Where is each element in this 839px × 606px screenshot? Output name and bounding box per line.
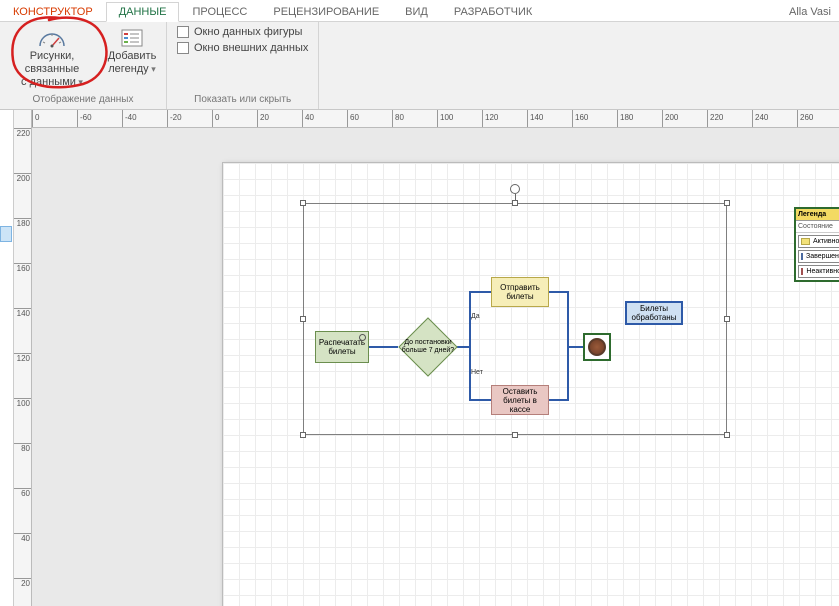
vertical-ruler: 220200180160140120100806040200 bbox=[14, 110, 32, 606]
connector[interactable] bbox=[549, 291, 569, 293]
legend-row-active: Активно bbox=[798, 235, 839, 248]
group-show-hide: Окно данных фигуры Окно внешних данных П… bbox=[167, 22, 319, 109]
connector[interactable] bbox=[469, 291, 491, 293]
legend-row-done: Завершено bbox=[798, 250, 839, 263]
connector[interactable] bbox=[549, 399, 569, 401]
connector-label-yes: Да bbox=[471, 313, 480, 320]
tab-review[interactable]: РЕЦЕНЗИРОВАНИЕ bbox=[260, 2, 392, 21]
active-stencil-indicator bbox=[0, 226, 12, 242]
resize-handle-s[interactable] bbox=[512, 432, 518, 438]
checkbox-icon bbox=[177, 26, 189, 38]
insert-legend-label-1: Добавить bbox=[108, 50, 157, 62]
workspace: 220200180160140120100806040200 0-60-40-2… bbox=[0, 110, 839, 606]
tab-view[interactable]: ВИД bbox=[392, 2, 441, 21]
data-graphics-button[interactable]: Рисунки, связанныес данными bbox=[4, 24, 100, 91]
legend-title: Легенда bbox=[796, 209, 839, 221]
tab-konstruktor[interactable]: КОНСТРУКТОР bbox=[0, 2, 106, 21]
shape-decision-text: До постановки больше 7 дней? bbox=[398, 317, 458, 377]
gear-icon bbox=[359, 334, 366, 341]
shape-decision[interactable]: До постановки больше 7 дней? bbox=[398, 317, 458, 377]
group-show-hide-label: Показать или скрыть bbox=[194, 92, 291, 107]
legend-row-inactive: Неактивно bbox=[798, 265, 839, 278]
shape-data-window-checkbox[interactable]: Окно данных фигуры bbox=[171, 24, 314, 40]
tab-process[interactable]: ПРОЦЕСС bbox=[179, 2, 260, 21]
shape-leave-tickets-text: Оставить билеты в кассе bbox=[492, 387, 548, 414]
horizontal-ruler: 0-60-40-20020406080100120140160180200220… bbox=[32, 110, 839, 128]
shape-data-window-label: Окно данных фигуры bbox=[194, 26, 302, 38]
resize-handle-n[interactable] bbox=[512, 200, 518, 206]
user-name[interactable]: Alla Vasi bbox=[781, 3, 839, 21]
connector[interactable] bbox=[567, 346, 569, 401]
group-display-data: Рисунки, связанныес данными Добавитьлеге… bbox=[0, 22, 167, 109]
insert-legend-button[interactable]: Добавитьлегенду bbox=[102, 24, 162, 91]
drawing-canvas[interactable]: Да Нет Распечатать билеты До постановки … bbox=[32, 128, 839, 606]
gauge-icon bbox=[36, 26, 68, 50]
connector-label-no: Нет bbox=[471, 369, 483, 376]
external-data-window-label: Окно внешних данных bbox=[194, 42, 308, 54]
resize-handle-w[interactable] bbox=[300, 316, 306, 322]
resize-handle-nw[interactable] bbox=[300, 200, 306, 206]
resize-handle-sw[interactable] bbox=[300, 432, 306, 438]
ribbon: Рисунки, связанныес данными Добавитьлеге… bbox=[0, 22, 839, 110]
data-graphics-label-2: с данными bbox=[21, 76, 76, 88]
rotation-handle[interactable] bbox=[510, 184, 520, 194]
tab-dannye[interactable]: ДАННЫЕ bbox=[106, 2, 180, 22]
shape-done-text: Билеты обработаны bbox=[627, 304, 681, 322]
resize-handle-e[interactable] bbox=[724, 316, 730, 322]
insert-legend-label-2: легенду bbox=[108, 63, 148, 75]
shape-leave-tickets[interactable]: Оставить билеты в кассе bbox=[491, 385, 549, 415]
shapes-panel-strip[interactable] bbox=[0, 110, 14, 606]
checkbox-icon bbox=[177, 42, 189, 54]
connector[interactable] bbox=[368, 346, 398, 348]
shape-end[interactable] bbox=[583, 333, 611, 361]
shape-start[interactable]: Распечатать билеты bbox=[315, 331, 369, 363]
connector[interactable] bbox=[469, 399, 491, 401]
canvas-wrap: 0-60-40-20020406080100120140160180200220… bbox=[32, 110, 839, 606]
resize-handle-ne[interactable] bbox=[724, 200, 730, 206]
data-graphics-label-1: Рисунки, связанные bbox=[25, 50, 80, 75]
ribbon-tabs: КОНСТРУКТОР ДАННЫЕ ПРОЦЕСС РЕЦЕНЗИРОВАНИ… bbox=[0, 0, 839, 22]
end-ring-icon bbox=[588, 338, 606, 356]
legend-box[interactable]: Легенда Состояние Активно Завершено Неак… bbox=[794, 207, 839, 282]
legend-subtitle: Состояние bbox=[796, 221, 839, 233]
external-data-window-checkbox[interactable]: Окно внешних данных bbox=[171, 40, 314, 56]
legend-icon bbox=[116, 26, 148, 50]
connector[interactable] bbox=[567, 346, 583, 348]
resize-handle-se[interactable] bbox=[724, 432, 730, 438]
shape-done-label[interactable]: Билеты обработаны bbox=[625, 301, 683, 325]
drawing-page[interactable]: Да Нет Распечатать билеты До постановки … bbox=[222, 162, 839, 606]
shape-send-tickets[interactable]: Отправить билеты bbox=[491, 277, 549, 307]
connector[interactable] bbox=[567, 291, 569, 347]
shape-send-tickets-text: Отправить билеты bbox=[492, 283, 548, 301]
tab-developer[interactable]: РАЗРАБОТЧИК bbox=[441, 2, 545, 21]
group-display-data-label: Отображение данных bbox=[4, 92, 162, 107]
